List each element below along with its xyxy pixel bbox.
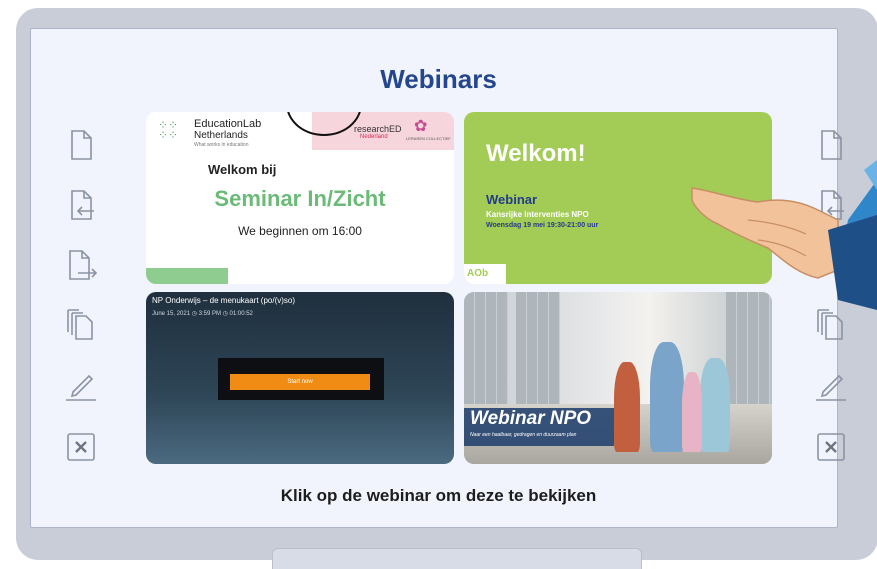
leraren-collectief-logo-icon: ✿ bbox=[414, 118, 428, 135]
card-date: Woensdag 19 mei 19:30-21:00 uur bbox=[486, 222, 599, 229]
instruction-footer: Klik op de webinar om deze te bekijken bbox=[280, 486, 597, 505]
aob-logo: AOb bbox=[464, 264, 506, 284]
pen-icon[interactable] bbox=[64, 368, 98, 402]
card-welcome-text: Welkom bij bbox=[208, 162, 277, 177]
webinar-card-npo[interactable]: Webinar NPO Naar een haalbaar, gedragen … bbox=[464, 292, 772, 464]
lockers-right bbox=[726, 292, 770, 422]
card-title: NP Onderwijs – de menukaart (po/(v)so) bbox=[152, 296, 296, 305]
card-subtitle: Kansrijke interventies NPO bbox=[486, 210, 589, 219]
card-welcome-text: Welkom! bbox=[486, 140, 586, 167]
child-figure bbox=[650, 342, 684, 452]
copy-pages-icon-right[interactable] bbox=[814, 306, 848, 340]
educationlab-logo-icon: ⁘⁘ ⁘⁘ bbox=[158, 118, 179, 142]
new-page-icon[interactable] bbox=[64, 128, 98, 162]
researched-sub: Nederland bbox=[360, 134, 388, 140]
webinar-card-seminar-inzicht[interactable]: ⁘⁘ ⁘⁘ EducationLab Netherlands What works… bbox=[146, 112, 454, 284]
card-title: Webinar bbox=[486, 192, 538, 207]
delete-icon[interactable] bbox=[64, 430, 98, 464]
educationlab-title: EducationLab bbox=[194, 118, 262, 130]
educationlab-tagline: What works in education bbox=[194, 142, 249, 148]
webinar-card-menukaart[interactable]: NP Onderwijs – de menukaart (po/(v)so) J… bbox=[146, 292, 454, 464]
delete-icon-right[interactable] bbox=[814, 430, 848, 464]
pen-icon-right[interactable] bbox=[814, 368, 848, 402]
pointing-hand-illustration bbox=[691, 160, 877, 310]
child-figure bbox=[700, 358, 730, 452]
import-page-icon[interactable] bbox=[64, 188, 98, 222]
copy-pages-icon[interactable] bbox=[64, 306, 98, 340]
start-now-button[interactable]: Start now bbox=[230, 374, 370, 390]
page-title: Webinars bbox=[380, 64, 497, 94]
researched-logo: researchED bbox=[354, 124, 402, 134]
lockers-left bbox=[464, 292, 508, 422]
card-subtitle: Naar een haalbaar, gedragen en duurzaam … bbox=[470, 432, 577, 438]
green-bar bbox=[146, 268, 228, 284]
child-figure bbox=[682, 372, 702, 452]
new-page-icon-right[interactable] bbox=[814, 128, 848, 162]
educationlab-subtitle: Netherlands bbox=[194, 130, 248, 141]
export-page-icon[interactable] bbox=[64, 248, 98, 282]
leraren-collectief-label: LERAREN COLLECTIEF bbox=[406, 136, 451, 141]
lockers-left-2 bbox=[516, 292, 560, 422]
card-title: Webinar NPO bbox=[470, 408, 592, 429]
card-subtitle: We beginnen om 16:00 bbox=[238, 224, 362, 238]
card-meta: June 15, 2021 ◷ 3:59 PM ◷ 01:00:52 bbox=[152, 311, 253, 317]
whiteboard-tray bbox=[272, 548, 642, 569]
card-title: Seminar In/Zicht bbox=[214, 186, 386, 211]
child-figure bbox=[614, 362, 640, 452]
